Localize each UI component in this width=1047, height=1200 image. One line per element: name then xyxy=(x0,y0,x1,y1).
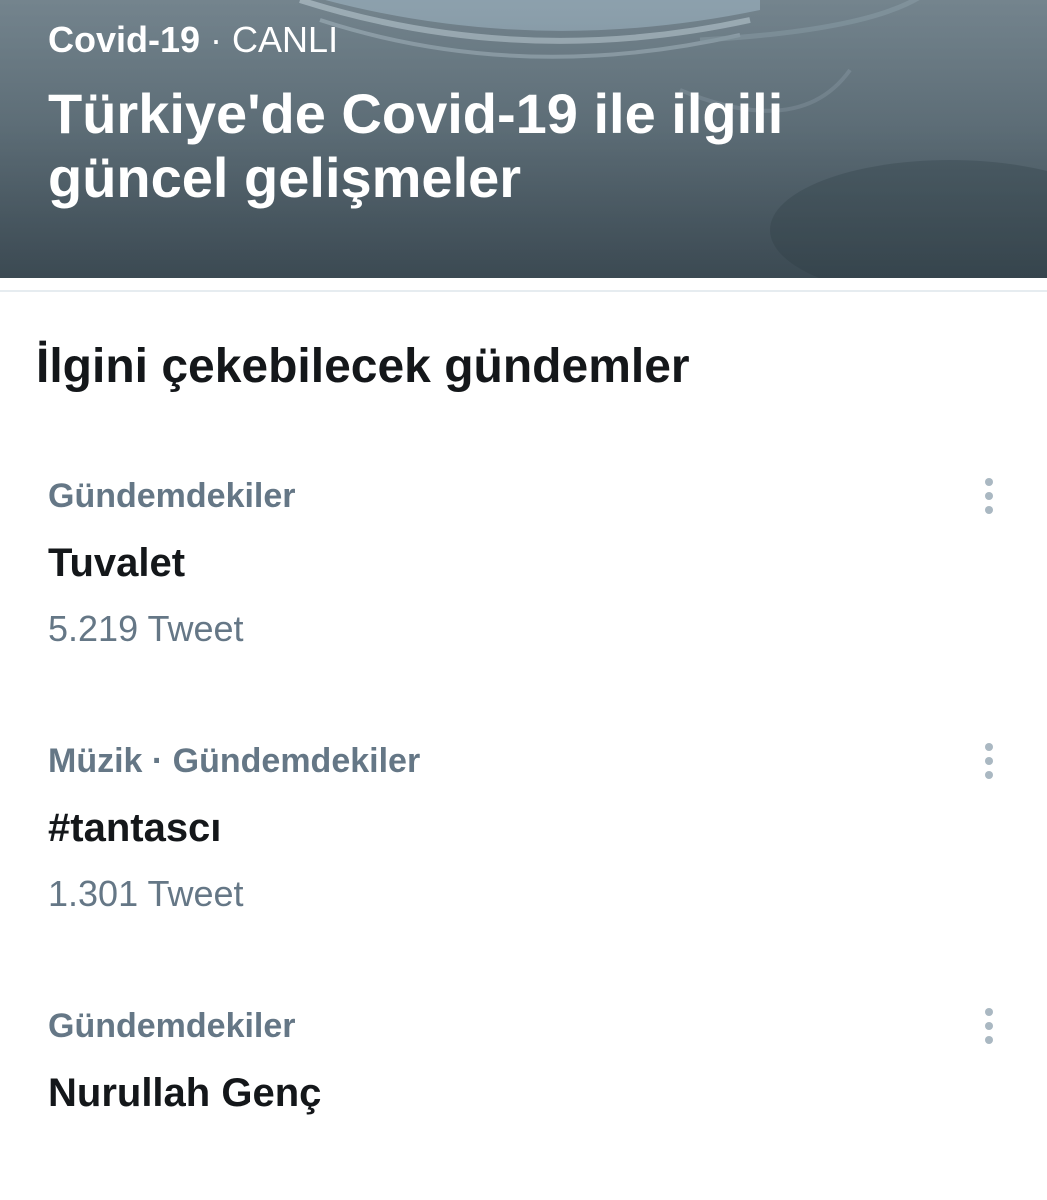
trend-context: Müzik · Gündemdekiler xyxy=(48,742,421,780)
tweet-count: 5.219 Tweet xyxy=(48,608,244,649)
more-vertical-icon[interactable] xyxy=(974,1005,1004,1047)
menu-dot xyxy=(985,492,993,500)
trend-item[interactable]: Müzik · Gündemdekiler #tantascı 1.301 Tw… xyxy=(0,740,1047,920)
tweet-count: 1.301 Tweet xyxy=(48,873,244,914)
trend-context: Gündemdekiler xyxy=(48,1007,296,1045)
more-vertical-icon[interactable] xyxy=(974,740,1004,782)
more-vertical-icon[interactable] xyxy=(974,475,1004,517)
trend-item[interactable]: Gündemdekiler Nurullah Genç xyxy=(0,1005,1047,1185)
section-divider xyxy=(0,290,1047,292)
menu-dot xyxy=(985,1008,993,1016)
trend-context: Gündemdekiler xyxy=(48,477,296,515)
live-event-banner[interactable]: Covid-19 · CANLI Türkiye'de Covid-19 ile i… xyxy=(0,0,1047,278)
menu-dot xyxy=(985,478,993,486)
explore-page: Covid-19 · CANLI Türkiye'de Covid-19 ile i… xyxy=(0,0,1047,1200)
menu-dot xyxy=(985,743,993,751)
menu-dot xyxy=(985,771,993,779)
trend-name[interactable]: #tantascı xyxy=(48,804,221,852)
trend-name[interactable]: Tuvalet xyxy=(48,539,185,587)
banner-separator: · xyxy=(210,19,223,60)
live-label: CANLI xyxy=(232,19,339,60)
menu-dot xyxy=(985,1022,993,1030)
banner-meta: Covid-19 · CANLI xyxy=(48,18,338,62)
trend-item[interactable]: Gündemdekiler Tuvalet 5.219 Tweet xyxy=(0,475,1047,655)
trend-name[interactable]: Nurullah Genç xyxy=(48,1069,321,1117)
menu-dot xyxy=(985,757,993,765)
section-title: İlgini çekebilecek gündemler xyxy=(36,340,690,393)
banner-title[interactable]: Türkiye'de Covid-19 ile ilgili güncel ge… xyxy=(48,82,978,210)
menu-dot xyxy=(985,1036,993,1044)
banner-category: Covid-19 xyxy=(48,19,201,60)
menu-dot xyxy=(985,506,993,514)
